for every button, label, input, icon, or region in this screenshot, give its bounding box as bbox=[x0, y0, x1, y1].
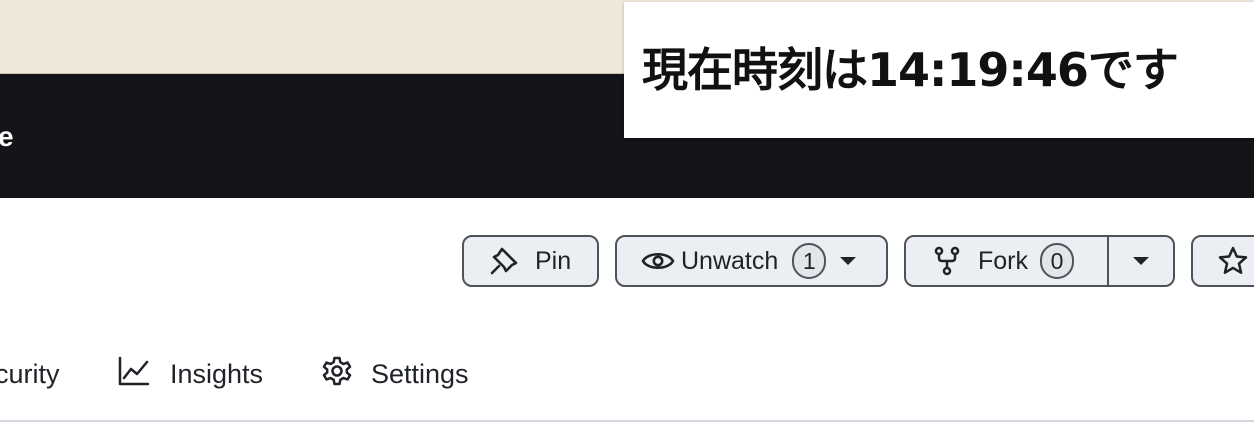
pin-icon bbox=[488, 245, 520, 277]
time-overlay: 現在時刻は14:19:46です bbox=[624, 2, 1254, 138]
tab-settings[interactable]: Settings bbox=[321, 352, 469, 396]
star-icon bbox=[1217, 245, 1249, 277]
fork-button-group: Fork 0 bbox=[904, 235, 1175, 287]
fork-button[interactable]: Fork 0 bbox=[906, 237, 1109, 285]
star-button[interactable] bbox=[1191, 235, 1254, 287]
gear-icon bbox=[321, 355, 353, 394]
fork-dropdown-button[interactable] bbox=[1109, 237, 1173, 285]
tab-insights[interactable]: Insights bbox=[118, 352, 263, 396]
eye-icon bbox=[641, 249, 675, 273]
repo-forked-icon bbox=[934, 246, 960, 276]
watch-count-badge: 1 bbox=[792, 243, 827, 279]
unwatch-button-label: Unwatch bbox=[681, 246, 779, 275]
tab-insights-label: Insights bbox=[170, 358, 264, 389]
tab-security-label: curity bbox=[0, 358, 60, 389]
header-title-fragment[interactable]: e bbox=[0, 121, 14, 153]
chevron-down-icon bbox=[1132, 256, 1150, 266]
unwatch-button[interactable]: Unwatch 1 bbox=[615, 235, 888, 287]
chevron-down-icon[interactable] bbox=[839, 256, 857, 266]
pin-button[interactable]: Pin bbox=[462, 235, 599, 287]
tab-security[interactable]: curity bbox=[0, 352, 60, 396]
tabs-divider bbox=[0, 420, 1254, 422]
fork-button-label: Fork bbox=[978, 246, 1028, 275]
tab-settings-label: Settings bbox=[371, 358, 469, 389]
pin-button-label: Pin bbox=[535, 246, 572, 275]
graph-icon bbox=[118, 356, 150, 393]
fork-count-badge: 0 bbox=[1040, 243, 1074, 279]
current-time-text: 現在時刻は14:19:46です bbox=[642, 43, 1179, 97]
